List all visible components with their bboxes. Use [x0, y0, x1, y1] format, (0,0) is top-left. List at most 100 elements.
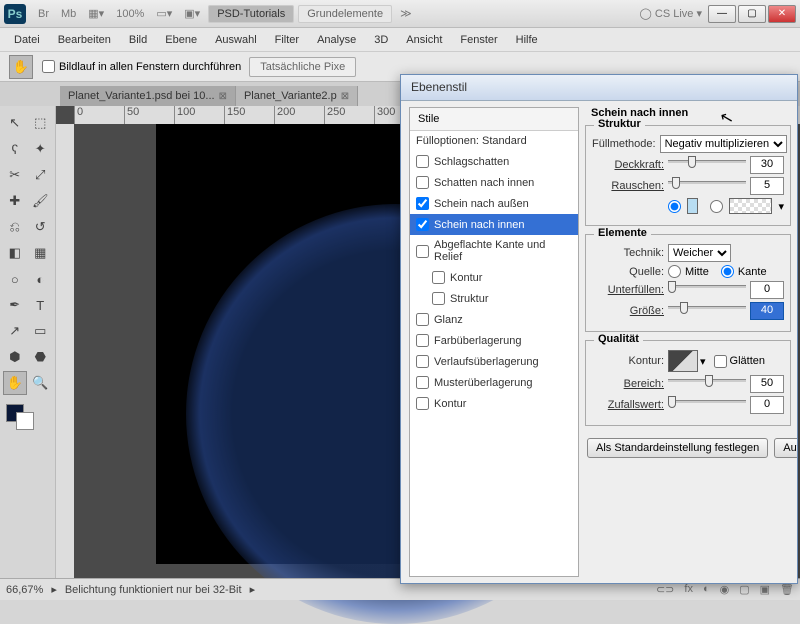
size-slider[interactable]: [668, 303, 746, 319]
type-tool[interactable]: T: [29, 293, 53, 317]
range-slider[interactable]: [668, 376, 746, 392]
hand-tool[interactable]: ✋: [3, 371, 27, 395]
bridge-btn[interactable]: Br: [32, 6, 55, 22]
3d-cam[interactable]: ⬣: [29, 345, 53, 369]
shape-tool[interactable]: ▭: [29, 319, 53, 343]
layout-icon[interactable]: ▦▾: [82, 5, 110, 22]
stamp-tool[interactable]: ⎌: [3, 215, 27, 239]
fillmode-select[interactable]: Negativ multiplizieren: [660, 135, 787, 153]
style-schein-nach-innen[interactable]: Schein nach innen: [410, 214, 578, 235]
quelle-mitte-radio[interactable]: [668, 265, 681, 278]
maximize-btn[interactable]: ▢: [738, 5, 766, 23]
reset-default-btn[interactable]: Auf Stan: [774, 438, 797, 458]
smooth-checkbox[interactable]: [714, 355, 727, 368]
style-kontur[interactable]: Kontur: [410, 393, 578, 414]
bg-color[interactable]: [16, 412, 34, 430]
history-tool[interactable]: ↺: [29, 215, 53, 239]
close-btn[interactable]: ✕: [768, 5, 796, 23]
menu-fenster[interactable]: Fenster: [452, 31, 505, 49]
fx-icon[interactable]: fx: [684, 583, 693, 596]
opacity-value[interactable]: 30: [750, 156, 784, 174]
lasso-tool[interactable]: ʕ: [3, 137, 27, 161]
color-swatches[interactable]: [2, 404, 53, 434]
3d-tool[interactable]: ⬢: [3, 345, 27, 369]
blur-tool[interactable]: ○: [3, 267, 27, 291]
path-tool[interactable]: ↗: [3, 319, 27, 343]
menu-bearbeiten[interactable]: Bearbeiten: [50, 31, 119, 49]
style-struktur[interactable]: Struktur: [410, 288, 578, 309]
adj-icon[interactable]: ◉: [720, 583, 730, 596]
style-glanz[interactable]: Glanz: [410, 309, 578, 330]
close-icon[interactable]: ⊠: [341, 91, 349, 102]
heal-tool[interactable]: ✚: [3, 189, 27, 213]
style-verlaufs-berlagerung[interactable]: Verlaufsüberlagerung: [410, 351, 578, 372]
opacity-slider[interactable]: [668, 157, 746, 173]
blending-options[interactable]: Fülloptionen: Standard: [410, 131, 578, 151]
gradient-radio[interactable]: [710, 200, 723, 213]
close-icon[interactable]: ⊠: [219, 91, 227, 102]
technik-select[interactable]: Weicher: [668, 244, 731, 262]
menu-datei[interactable]: Datei: [6, 31, 48, 49]
menu-3d[interactable]: 3D: [366, 31, 396, 49]
hand-tool-icon[interactable]: ✋: [9, 55, 33, 79]
screen-icon[interactable]: ▣▾: [178, 5, 206, 22]
contour-picker[interactable]: [668, 350, 698, 372]
menu-ebene[interactable]: Ebene: [157, 31, 205, 49]
workspace-psd-tutorials[interactable]: PSD-Tutorials: [208, 5, 294, 23]
menu-bild[interactable]: Bild: [121, 31, 155, 49]
underfill-slider[interactable]: [668, 282, 746, 298]
trash-icon[interactable]: 🗑: [780, 583, 794, 596]
folder-icon[interactable]: ▢: [739, 583, 749, 596]
style-schatten-nach-innen[interactable]: Schatten nach innen: [410, 172, 578, 193]
style-muster-berlagerung[interactable]: Musterüberlagerung: [410, 372, 578, 393]
mask-icon[interactable]: ◐: [703, 583, 710, 596]
jitter-value[interactable]: 0: [750, 396, 784, 414]
more-icon[interactable]: ≫: [394, 5, 418, 22]
cslive-btn[interactable]: ◯ CS Live ▾: [634, 5, 708, 22]
scroll-all-checkbox[interactable]: Bildlauf in allen Fenstern durchführen: [42, 60, 241, 73]
mb-btn[interactable]: Mb: [55, 6, 82, 22]
menu-auswahl[interactable]: Auswahl: [207, 31, 265, 49]
eyedropper-tool[interactable]: ⤢: [29, 163, 53, 187]
link-icon[interactable]: ⊂⊃: [656, 583, 674, 596]
new-icon[interactable]: ▣: [760, 583, 770, 596]
noise-slider[interactable]: [668, 178, 746, 194]
style-abgeflachte-kante-und-relief[interactable]: Abgeflachte Kante und Relief: [410, 235, 578, 267]
glow-color[interactable]: [687, 198, 698, 214]
status-zoom[interactable]: 66,67%: [6, 584, 43, 596]
noise-value[interactable]: 5: [750, 177, 784, 195]
style-kontur[interactable]: Kontur: [410, 267, 578, 288]
brush-tool[interactable]: 🖌: [29, 189, 53, 213]
style-schein-nach-au-en[interactable]: Schein nach außen: [410, 193, 578, 214]
underfill-value[interactable]: 0: [750, 281, 784, 299]
doc-tab[interactable]: Planet_Variante2.p⊠: [236, 86, 358, 106]
wand-tool[interactable]: ✦: [29, 137, 53, 161]
style-schlagschatten[interactable]: Schlagschatten: [410, 151, 578, 172]
zoom-tool[interactable]: 🔍: [29, 371, 53, 395]
pen-tool[interactable]: ✒: [3, 293, 27, 317]
minimize-btn[interactable]: —: [708, 5, 736, 23]
zoom-level[interactable]: 100%: [110, 6, 150, 22]
marquee-tool[interactable]: ⬚: [29, 111, 53, 135]
color-radio[interactable]: [668, 200, 681, 213]
menu-analyse[interactable]: Analyse: [309, 31, 364, 49]
set-default-btn[interactable]: Als Standardeinstellung festlegen: [587, 438, 768, 458]
workspace-grundelemente[interactable]: Grundelemente: [298, 5, 392, 23]
dodge-tool[interactable]: ◐: [29, 267, 53, 291]
glow-gradient[interactable]: [729, 198, 772, 214]
quelle-kante-radio[interactable]: [721, 265, 734, 278]
jitter-slider[interactable]: [668, 397, 746, 413]
gradient-tool[interactable]: ▦: [29, 241, 53, 265]
doc-tab[interactable]: Planet_Variante1.psd bei 10...⊠: [60, 86, 236, 106]
styles-header[interactable]: Stile: [410, 108, 578, 131]
move-tool[interactable]: ↖: [3, 111, 27, 135]
view-icon[interactable]: ▭▾: [150, 5, 178, 22]
crop-tool[interactable]: ✂: [3, 163, 27, 187]
eraser-tool[interactable]: ◧: [3, 241, 27, 265]
actual-pixels-btn[interactable]: Tatsächliche Pixe: [249, 57, 356, 77]
style-farb-berlagerung[interactable]: Farbüberlagerung: [410, 330, 578, 351]
size-value[interactable]: 40: [750, 302, 784, 320]
range-value[interactable]: 50: [750, 375, 784, 393]
menu-hilfe[interactable]: Hilfe: [508, 31, 546, 49]
menu-filter[interactable]: Filter: [267, 31, 307, 49]
